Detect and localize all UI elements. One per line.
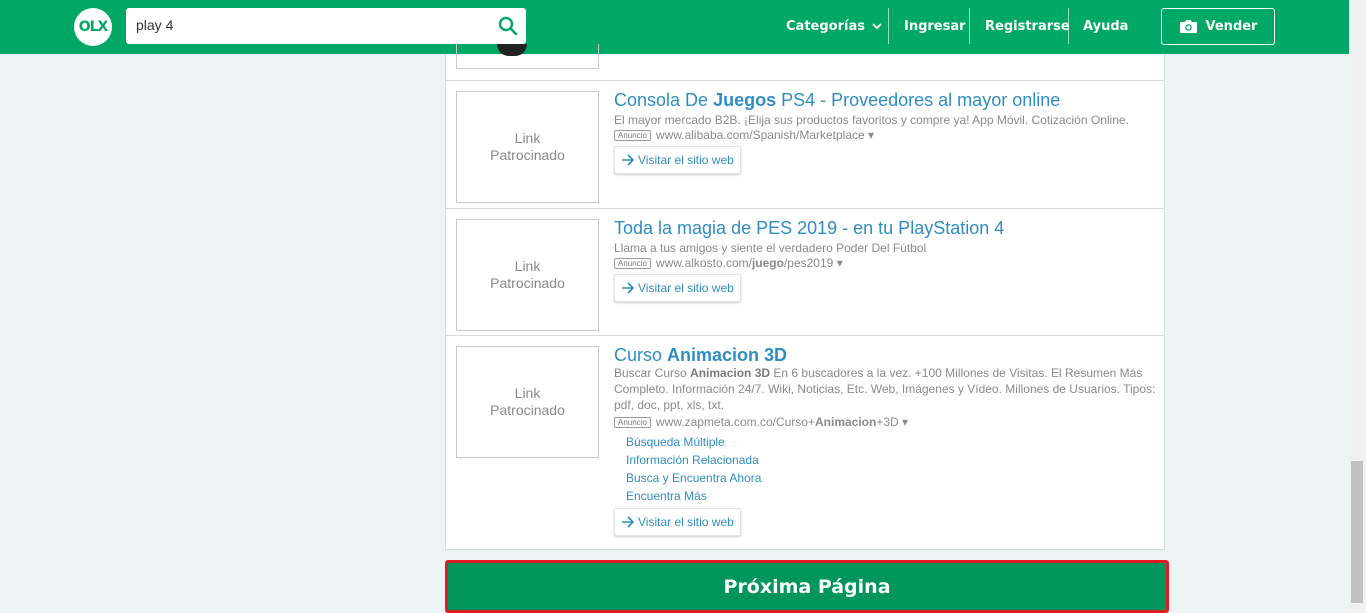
visit-site-label: Visitar el sitio web bbox=[638, 515, 734, 529]
logo-text: OLX bbox=[78, 19, 109, 35]
sponsored-placeholder[interactable]: Link Patrocinado bbox=[456, 91, 599, 203]
placeholder-line: Link bbox=[514, 258, 541, 274]
ad-title-text: PS4 - Proveedores al mayor online bbox=[776, 90, 1061, 110]
dropdown-arrow-icon[interactable]: ▾ bbox=[837, 256, 843, 270]
sponsored-ad: Link Patrocinado Consola De Juegos PS4 - … bbox=[446, 81, 1164, 209]
sponsored-placeholder[interactable]: Link Patrocinado bbox=[456, 346, 599, 458]
ad-thumbnail[interactable] bbox=[456, 44, 599, 69]
chevron-down-icon bbox=[872, 23, 882, 30]
search-icon[interactable] bbox=[498, 16, 518, 36]
ad-badge: Anuncio bbox=[614, 130, 651, 141]
search-input[interactable] bbox=[136, 17, 486, 33]
nav-ayuda[interactable]: Ayuda bbox=[1083, 8, 1128, 44]
ad-badge: Anuncio bbox=[614, 417, 651, 428]
sponsored-links-panel: Link Patrocinado Consola De Juegos PS4 - … bbox=[445, 44, 1165, 550]
placeholder-line: Link bbox=[514, 130, 541, 146]
visit-site-button[interactable]: Visitar el sitio web bbox=[614, 146, 741, 174]
vender-label: Vender bbox=[1205, 19, 1258, 34]
sponsored-ad: Link Patrocinado Curso Animacion 3D Busca… bbox=[446, 336, 1164, 550]
ad-title-link[interactable]: Curso Animacion 3D bbox=[614, 345, 787, 366]
dropdown-arrow-icon[interactable]: ▾ bbox=[902, 415, 908, 429]
ad-description: El mayor mercado B2B. ¡Elija sus product… bbox=[614, 113, 1129, 127]
search-box[interactable] bbox=[126, 8, 526, 44]
ad-title-text: Consola De bbox=[614, 90, 714, 110]
arrow-right-icon bbox=[622, 154, 635, 166]
ad-url-text: www.zapmeta.com.co/Curso+ bbox=[655, 415, 815, 429]
visit-site-label: Visitar el sitio web bbox=[638, 153, 734, 167]
ad-url[interactable]: Anuncio www.alkosto.com/juego/pes2019 ▾ bbox=[614, 256, 843, 270]
next-page-button[interactable]: Próxima Página bbox=[445, 560, 1169, 613]
sitelink[interactable]: Información Relacionada bbox=[626, 451, 761, 469]
ad-title-bold: Juegos bbox=[713, 90, 777, 110]
ad-title-link[interactable]: Toda la magia de PES 2019 - en tu PlaySt… bbox=[614, 218, 1004, 239]
camera-icon bbox=[1179, 20, 1197, 33]
ad-title-text: Toda la magia de PES 2019 - en tu PlaySt… bbox=[614, 218, 1005, 238]
visit-site-button[interactable]: Visitar el sitio web bbox=[614, 274, 741, 302]
scrollbar-thumb[interactable] bbox=[1351, 461, 1363, 603]
placeholder-line: Link bbox=[514, 385, 541, 401]
nav-divider bbox=[1068, 8, 1069, 44]
ad-desc-text: Buscar Curso bbox=[614, 366, 691, 380]
nav-categorias[interactable]: Categorías bbox=[786, 8, 883, 44]
sitelink[interactable]: Busca y Encuentra Ahora bbox=[626, 469, 761, 487]
nav-ingresar[interactable]: Ingresar bbox=[904, 8, 966, 44]
sitelink[interactable]: Encuentra Más bbox=[626, 487, 761, 505]
nav-ingresar-label: Ingresar bbox=[904, 18, 966, 34]
ad-url[interactable]: Anuncio www.alibaba.com/Spanish/Marketpla… bbox=[614, 128, 874, 142]
visit-site-button[interactable]: Visitar el sitio web bbox=[614, 508, 741, 536]
olx-logo[interactable]: OLX bbox=[74, 8, 112, 46]
next-page-label: Próxima Página bbox=[723, 575, 891, 598]
nav-divider bbox=[969, 8, 970, 44]
ad-url-text: /pes2019 bbox=[783, 256, 834, 270]
vender-button[interactable]: Vender bbox=[1161, 8, 1275, 45]
ad-url-bold: juego bbox=[751, 256, 784, 270]
arrow-right-icon bbox=[622, 282, 635, 294]
ad-description: Llama a tus amigos y siente el verdadero… bbox=[614, 241, 927, 255]
visit-site-label: Visitar el sitio web bbox=[638, 281, 734, 295]
nav-ayuda-label: Ayuda bbox=[1083, 18, 1129, 34]
top-header: OLX Categorías Ingresar Registrarse Ayud… bbox=[0, 0, 1349, 54]
arrow-right-icon bbox=[622, 516, 635, 528]
nav-registrarse[interactable]: Registrarse bbox=[985, 8, 1070, 44]
sponsored-ad: Link Patrocinado Toda la magia de PES 201… bbox=[446, 209, 1164, 336]
ad-badge: Anuncio bbox=[614, 258, 651, 269]
ad-url-text: www.alibaba.com/Spanish/Marketplace bbox=[655, 128, 865, 142]
nav-categorias-label: Categorías bbox=[786, 18, 865, 34]
sitelink[interactable]: Búsqueda Múltiple bbox=[626, 433, 761, 451]
ad-url-bold: Animacion bbox=[814, 415, 877, 429]
previous-ad-remnant bbox=[446, 44, 1164, 81]
ad-title-text: Curso bbox=[614, 345, 668, 365]
placeholder-line: Patrocinado bbox=[490, 402, 565, 418]
nav-divider bbox=[888, 8, 889, 44]
ad-url-text: +3D bbox=[876, 415, 899, 429]
ad-description: Buscar Curso Animacion 3D En 6 buscadore… bbox=[614, 365, 1159, 413]
placeholder-line: Patrocinado bbox=[490, 147, 565, 163]
placeholder-line: Patrocinado bbox=[490, 275, 565, 291]
sitelinks-list: Búsqueda Múltiple Información Relacionad… bbox=[626, 433, 761, 505]
ad-url-text: www.alkosto.com/ bbox=[655, 256, 752, 270]
dropdown-arrow-icon[interactable]: ▾ bbox=[868, 128, 874, 142]
page-scrollbar[interactable] bbox=[1349, 0, 1366, 613]
ad-url[interactable]: Anuncio www.zapmeta.com.co/Curso+Animacio… bbox=[614, 415, 908, 429]
ad-title-bold: Animacion 3D bbox=[667, 345, 788, 365]
sponsored-placeholder[interactable]: Link Patrocinado bbox=[456, 219, 599, 331]
nav-registrarse-label: Registrarse bbox=[985, 18, 1070, 34]
ad-desc-bold: Animacion 3D bbox=[690, 366, 771, 380]
ad-title-link[interactable]: Consola De Juegos PS4 - Proveedores al m… bbox=[614, 90, 1060, 111]
